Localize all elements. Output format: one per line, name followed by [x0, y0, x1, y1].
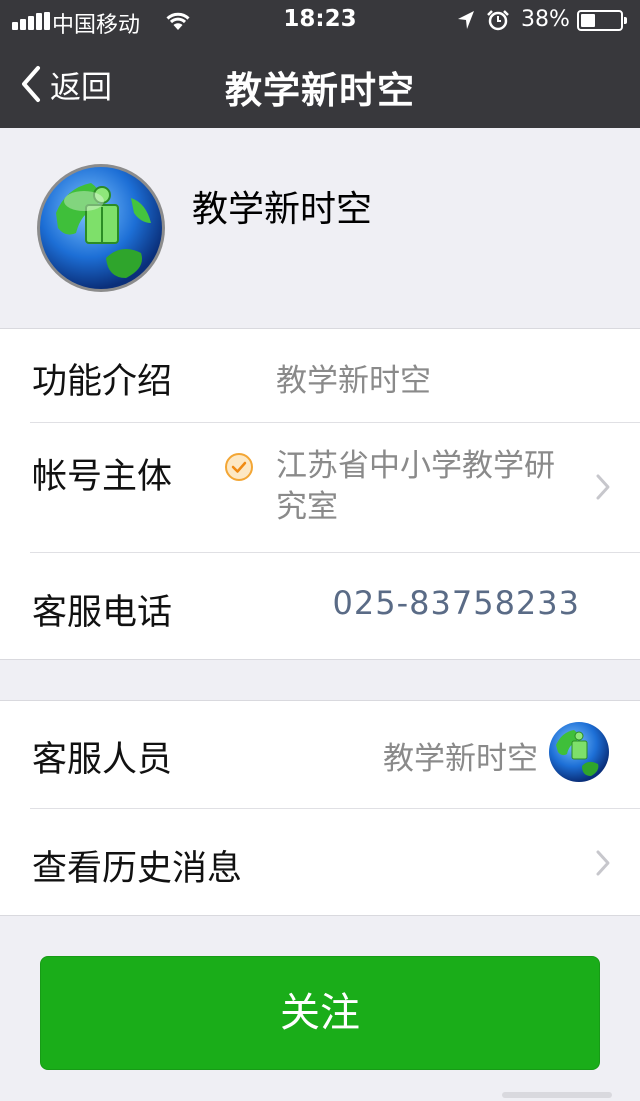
service-staff-label: 客服人员: [32, 740, 173, 780]
follow-button[interactable]: 关注: [40, 956, 600, 1070]
navigation-bar: 返回 教学新时空: [0, 40, 640, 128]
service-staff-value: 教学新时空: [383, 741, 538, 777]
service-phone-value[interactable]: 025-83758233: [333, 584, 581, 622]
function-intro-label: 功能介绍: [32, 362, 173, 402]
watermark: [502, 1092, 612, 1098]
verified-check-icon: [225, 453, 253, 481]
page-title: 教学新时空: [225, 69, 415, 112]
service-staff-row[interactable]: 客服人员 教学新时空: [0, 701, 640, 808]
top-bar: 中国移动 18:23 38% 返回 教学新时空: [0, 0, 640, 128]
battery-percent: 38%: [521, 7, 570, 32]
service-phone-label: 客服电话: [32, 593, 173, 633]
function-intro-row: 功能介绍 教学新时空: [0, 329, 640, 422]
service-group: 客服人员 教学新时空 查看历史消息: [0, 700, 640, 916]
service-phone-row[interactable]: 客服电话 025-83758233: [0, 552, 640, 660]
alarm-clock-icon: [487, 10, 509, 31]
account-owner-row[interactable]: 帐号主体 江苏省中小学教学研究室: [0, 422, 640, 552]
account-avatar[interactable]: [36, 163, 166, 293]
status-bar: 中国移动 18:23 38%: [0, 0, 640, 40]
function-intro-value: 教学新时空: [276, 363, 431, 399]
battery-level-fill: [581, 14, 595, 27]
location-arrow-icon: [458, 11, 474, 29]
battery-icon: [577, 10, 627, 31]
account-profile: 教学新时空: [0, 128, 640, 328]
staff-avatar: [549, 722, 609, 782]
view-history-row[interactable]: 查看历史消息: [0, 808, 640, 916]
account-owner-value: 江苏省中小学教学研究室: [276, 448, 555, 525]
chevron-right-icon: [596, 474, 610, 500]
chevron-right-icon: [596, 850, 610, 876]
account-info-group: 功能介绍 教学新时空 帐号主体 江苏省中小学教学研究室 客服电话 025-837…: [0, 328, 640, 660]
account-owner-label: 帐号主体: [32, 457, 173, 497]
account-name: 教学新时空: [192, 189, 373, 230]
view-history-label: 查看历史消息: [32, 849, 243, 889]
